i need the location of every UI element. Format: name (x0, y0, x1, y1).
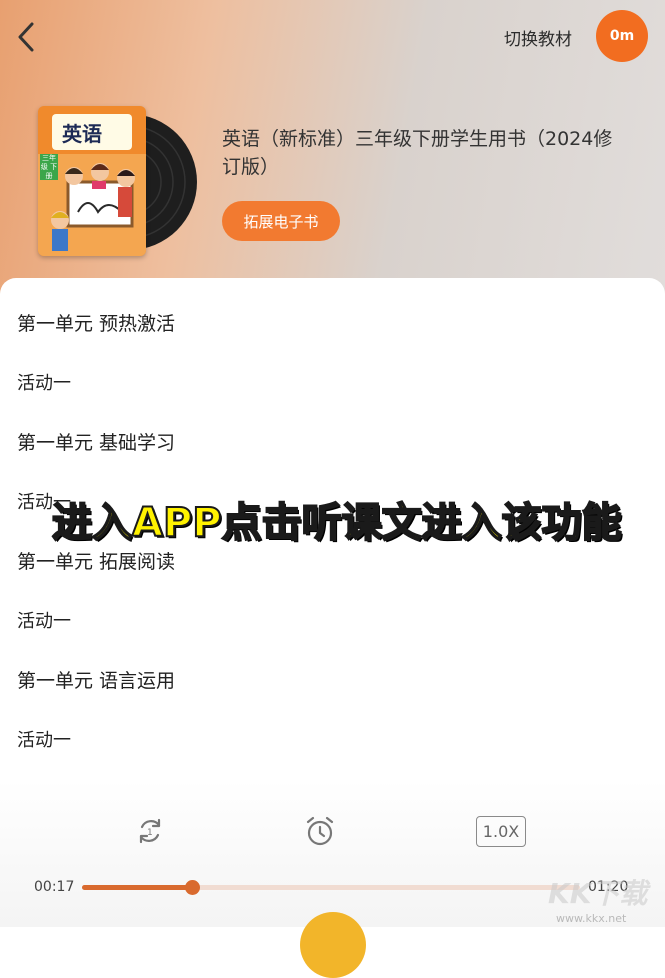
progress-thumb[interactable] (185, 880, 200, 895)
watermark-logo: KK下载 (548, 877, 648, 910)
watermark-url: www.kkx.net (556, 912, 627, 925)
svg-text:1: 1 (147, 828, 153, 838)
timer-badge[interactable]: 0m (596, 10, 648, 62)
book-title: 英语（新标准）三年级下册学生用书（2024修订版） (222, 128, 613, 178)
play-button[interactable] (300, 912, 366, 978)
activity-item[interactable]: 活动一 (17, 726, 71, 752)
unit-heading[interactable]: 第一单元 基础学习 (17, 428, 175, 455)
book-cover-title: 英语 (62, 122, 102, 146)
unit-heading[interactable]: 第一单元 拓展阅读 (17, 547, 175, 574)
extended-ebook-button[interactable]: 拓展电子书 (222, 201, 340, 241)
playback-speed-button[interactable]: 1.0X (476, 816, 526, 847)
activity-item[interactable]: 活动一 (17, 607, 71, 633)
current-time: 00:17 (34, 879, 75, 895)
back-arrow-icon[interactable] (12, 20, 40, 54)
book-cover[interactable]: 英语 三年级 下册 (38, 106, 146, 256)
alarm-clock-icon[interactable] (303, 814, 337, 848)
unit-heading[interactable]: 第一单元 预热激活 (17, 309, 175, 336)
book-cover-grade-tag: 三年级 下册 (40, 154, 58, 180)
video-caption-overlay: 进入APP点击听课文进入该功能 (51, 499, 623, 547)
repeat-icon[interactable]: 1 (134, 815, 166, 847)
switch-textbook-button[interactable]: 切换教材 (504, 25, 572, 50)
unit-heading[interactable]: 第一单元 语言运用 (17, 666, 175, 693)
progress-track[interactable] (82, 885, 580, 890)
progress-fill (82, 885, 192, 890)
activity-item[interactable]: 活动一 (17, 369, 71, 395)
